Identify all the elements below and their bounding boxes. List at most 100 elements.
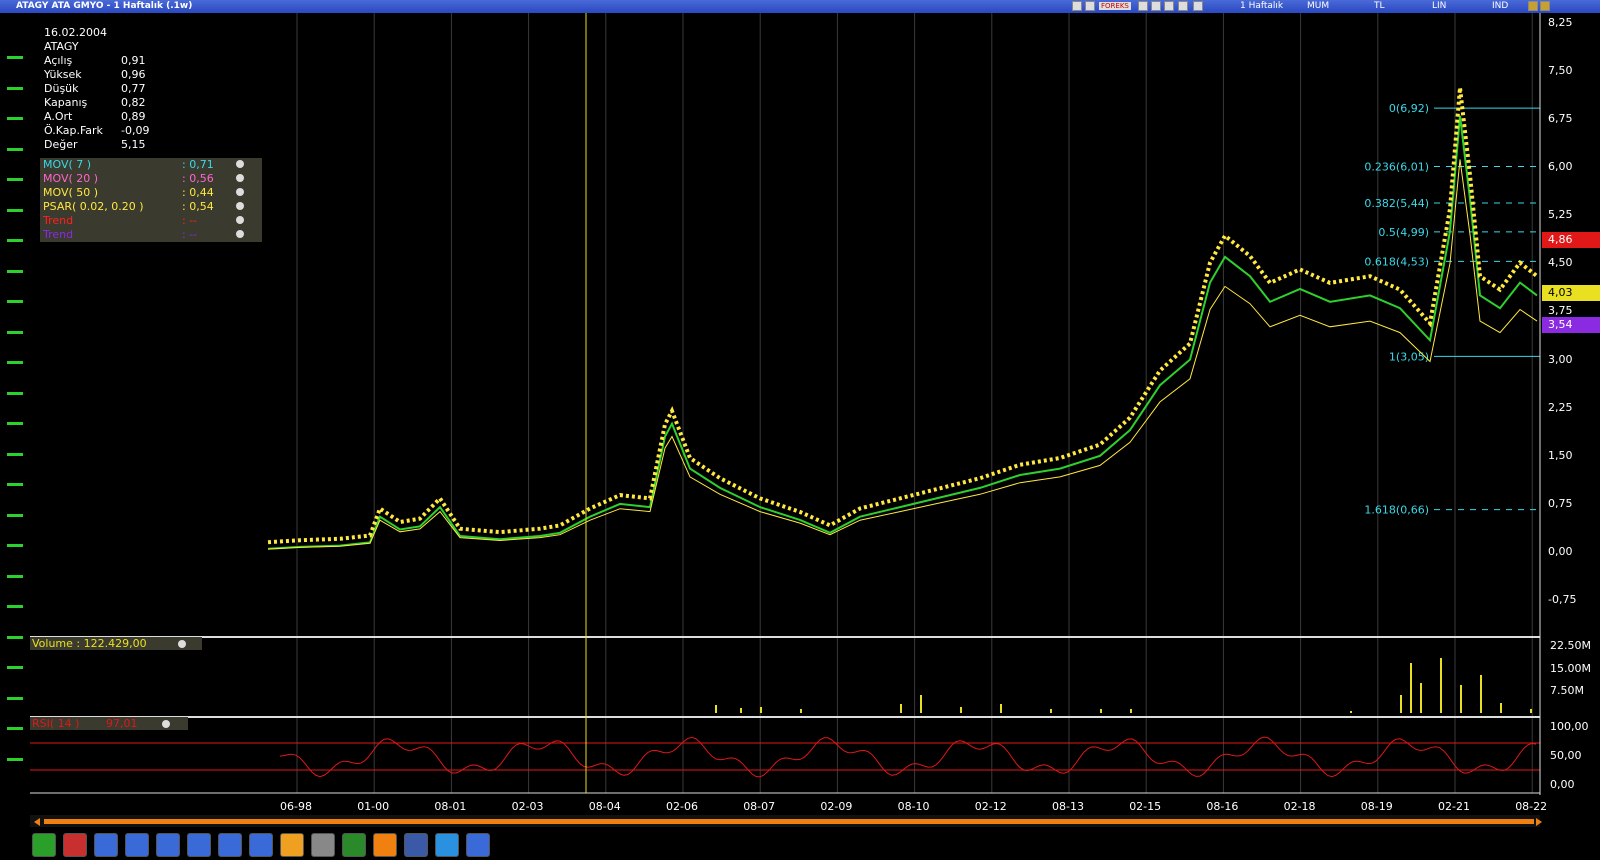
twitter-icon[interactable] bbox=[435, 833, 459, 857]
fibonacci-level-label: 1(3,05) bbox=[1389, 350, 1429, 363]
volume-label: Volume : 122.429,00 bbox=[32, 637, 147, 650]
price-axis-label: 7,50 bbox=[1548, 63, 1573, 77]
volume-bar bbox=[1420, 683, 1422, 713]
date-axis-label: 02-12 bbox=[974, 800, 1007, 813]
scroll-left-icon[interactable] bbox=[34, 818, 40, 826]
volume-axis-label: 7.50M bbox=[1550, 684, 1584, 697]
indicator-row[interactable]: Trend: -- bbox=[40, 228, 262, 242]
volume-bar bbox=[1000, 704, 1002, 713]
indicator-row[interactable]: MOV( 50 ): 0,44 bbox=[40, 186, 262, 200]
volume-bar bbox=[1440, 658, 1442, 713]
price-axis-label: 3,75 bbox=[1548, 304, 1573, 318]
search-icon[interactable] bbox=[125, 833, 149, 857]
layout-icon[interactable] bbox=[280, 833, 304, 857]
info-value: 0,91 bbox=[121, 54, 146, 67]
indicator-row[interactable]: MOV( 7 ): 0,71 bbox=[40, 158, 262, 172]
indicator-value: : -- bbox=[182, 228, 198, 241]
volume-bar bbox=[760, 707, 762, 713]
indicator-row[interactable]: MOV( 20 ) : 0,56 bbox=[40, 172, 262, 186]
indicator-row[interactable]: PSAR( 0.02, 0.20 ) : 0,54 bbox=[40, 200, 262, 214]
scroll-right-icon[interactable] bbox=[1536, 818, 1542, 826]
price-axis-label: 4,50 bbox=[1548, 256, 1573, 270]
price-tag: 3,54 bbox=[1542, 316, 1600, 333]
info-value: -0,09 bbox=[121, 124, 150, 137]
share-icon[interactable] bbox=[373, 833, 397, 857]
facebook-icon[interactable] bbox=[404, 833, 428, 857]
rsi-value: 97,01 bbox=[106, 717, 138, 730]
price-tag: 4,03 bbox=[1542, 285, 1600, 302]
dropdown-icon[interactable] bbox=[236, 174, 244, 182]
indicator-value: : -- bbox=[182, 214, 198, 227]
volume-bar bbox=[1350, 711, 1352, 713]
date-axis-label: 08-01 bbox=[434, 800, 467, 813]
print-icon[interactable] bbox=[311, 833, 335, 857]
info-value: 0,96 bbox=[121, 68, 146, 81]
indicator-value: : 0,54 bbox=[182, 200, 214, 213]
price-axis-label: -0,75 bbox=[1548, 593, 1577, 607]
volume-bar bbox=[1100, 709, 1102, 713]
volume-bar bbox=[1530, 709, 1532, 713]
fibonacci-level-label: 0.382(5,44) bbox=[1364, 197, 1429, 210]
indicator-legend: MOV( 7 ): 0,71 MOV( 20 ) : 0,56 MOV( 50 ): … bbox=[40, 158, 262, 242]
price-axis-label: 0,75 bbox=[1548, 496, 1573, 510]
indicator-name: PSAR( 0.02, 0.20 ) bbox=[43, 200, 144, 213]
dropdown-icon[interactable] bbox=[178, 640, 186, 648]
database-icon[interactable] bbox=[249, 833, 273, 857]
date-axis-label: 06-98 bbox=[280, 800, 312, 813]
fibonacci-level-label: 0.5(4,99) bbox=[1378, 226, 1429, 239]
date-axis-label: 02-15 bbox=[1129, 800, 1162, 813]
rsi-panel-header[interactable]: RSI( 14 ) 97,01 bbox=[30, 717, 188, 730]
indicator-value: : 0,71 bbox=[182, 158, 214, 171]
volume-bar bbox=[800, 709, 802, 713]
volume-bar bbox=[1050, 709, 1052, 713]
info-key: ATAGY bbox=[44, 40, 79, 53]
date-axis-label: 02-18 bbox=[1283, 800, 1316, 813]
scrollbar-thumb[interactable] bbox=[44, 819, 1534, 824]
volume-bar bbox=[1410, 663, 1412, 713]
indicator-value: : 0,56 bbox=[182, 172, 214, 185]
date-axis-label: 08-04 bbox=[588, 800, 621, 813]
volume-panel-header[interactable]: Volume : 122.429,00 bbox=[30, 637, 202, 650]
print-preview-icon[interactable] bbox=[187, 833, 211, 857]
info-key: Açılış bbox=[44, 54, 73, 67]
date-axis-label: 08-07 bbox=[743, 800, 776, 813]
volume-bar bbox=[1500, 703, 1502, 713]
network-icon[interactable] bbox=[94, 833, 118, 857]
indicator-name: MOV( 20 ) bbox=[43, 172, 99, 185]
settings-icon[interactable] bbox=[466, 833, 490, 857]
date-axis-label: 02-03 bbox=[511, 800, 544, 813]
moving-average-line bbox=[267, 159, 1538, 550]
zoom-icon[interactable] bbox=[218, 833, 242, 857]
excel-icon[interactable] bbox=[342, 833, 366, 857]
volume-bar bbox=[900, 704, 902, 713]
date-axis-label: 02-21 bbox=[1438, 800, 1470, 813]
volume-bar bbox=[740, 708, 742, 713]
volume-axis-label: 15.00M bbox=[1550, 662, 1591, 675]
volume-bar bbox=[715, 705, 717, 713]
price-axis-label: 6,75 bbox=[1548, 112, 1573, 125]
date-axis-label: 01-00 bbox=[357, 800, 390, 813]
price-axis-label: 2,25 bbox=[1548, 400, 1573, 414]
dropdown-icon[interactable] bbox=[162, 720, 170, 728]
dropdown-icon[interactable] bbox=[236, 202, 244, 210]
dropdown-icon[interactable] bbox=[236, 160, 244, 168]
indicator-row[interactable]: Trend: -- bbox=[40, 214, 262, 228]
info-key: 16.02.2004 bbox=[44, 26, 107, 39]
volume-bar bbox=[1480, 675, 1482, 713]
date-axis-label: 02-06 bbox=[666, 800, 698, 813]
price-axis-label: 8,25 bbox=[1548, 15, 1573, 29]
stock-icon[interactable] bbox=[63, 833, 87, 857]
dropdown-icon[interactable] bbox=[236, 230, 244, 238]
rsi-label: RSI( 14 ) bbox=[32, 717, 80, 730]
fibonacci-level-label: 1.618(0,66) bbox=[1364, 504, 1429, 517]
volume-bar bbox=[1130, 709, 1132, 713]
fibonacci-level-label: 0.618(4,53) bbox=[1364, 255, 1429, 268]
dropdown-icon[interactable] bbox=[236, 188, 244, 196]
rsi-axis-label: 0,00 bbox=[1550, 778, 1575, 791]
info-key: Kapanış bbox=[44, 96, 88, 109]
portfolio-icon[interactable] bbox=[32, 833, 56, 857]
dropdown-icon[interactable] bbox=[236, 216, 244, 224]
volume-bar bbox=[1460, 685, 1462, 713]
refresh-icon[interactable] bbox=[156, 833, 180, 857]
chart-area[interactable]: 0(6,92) 0.236(6,01) 0.382(5,44) 0.5(4,99) 0.… bbox=[0, 0, 1600, 860]
